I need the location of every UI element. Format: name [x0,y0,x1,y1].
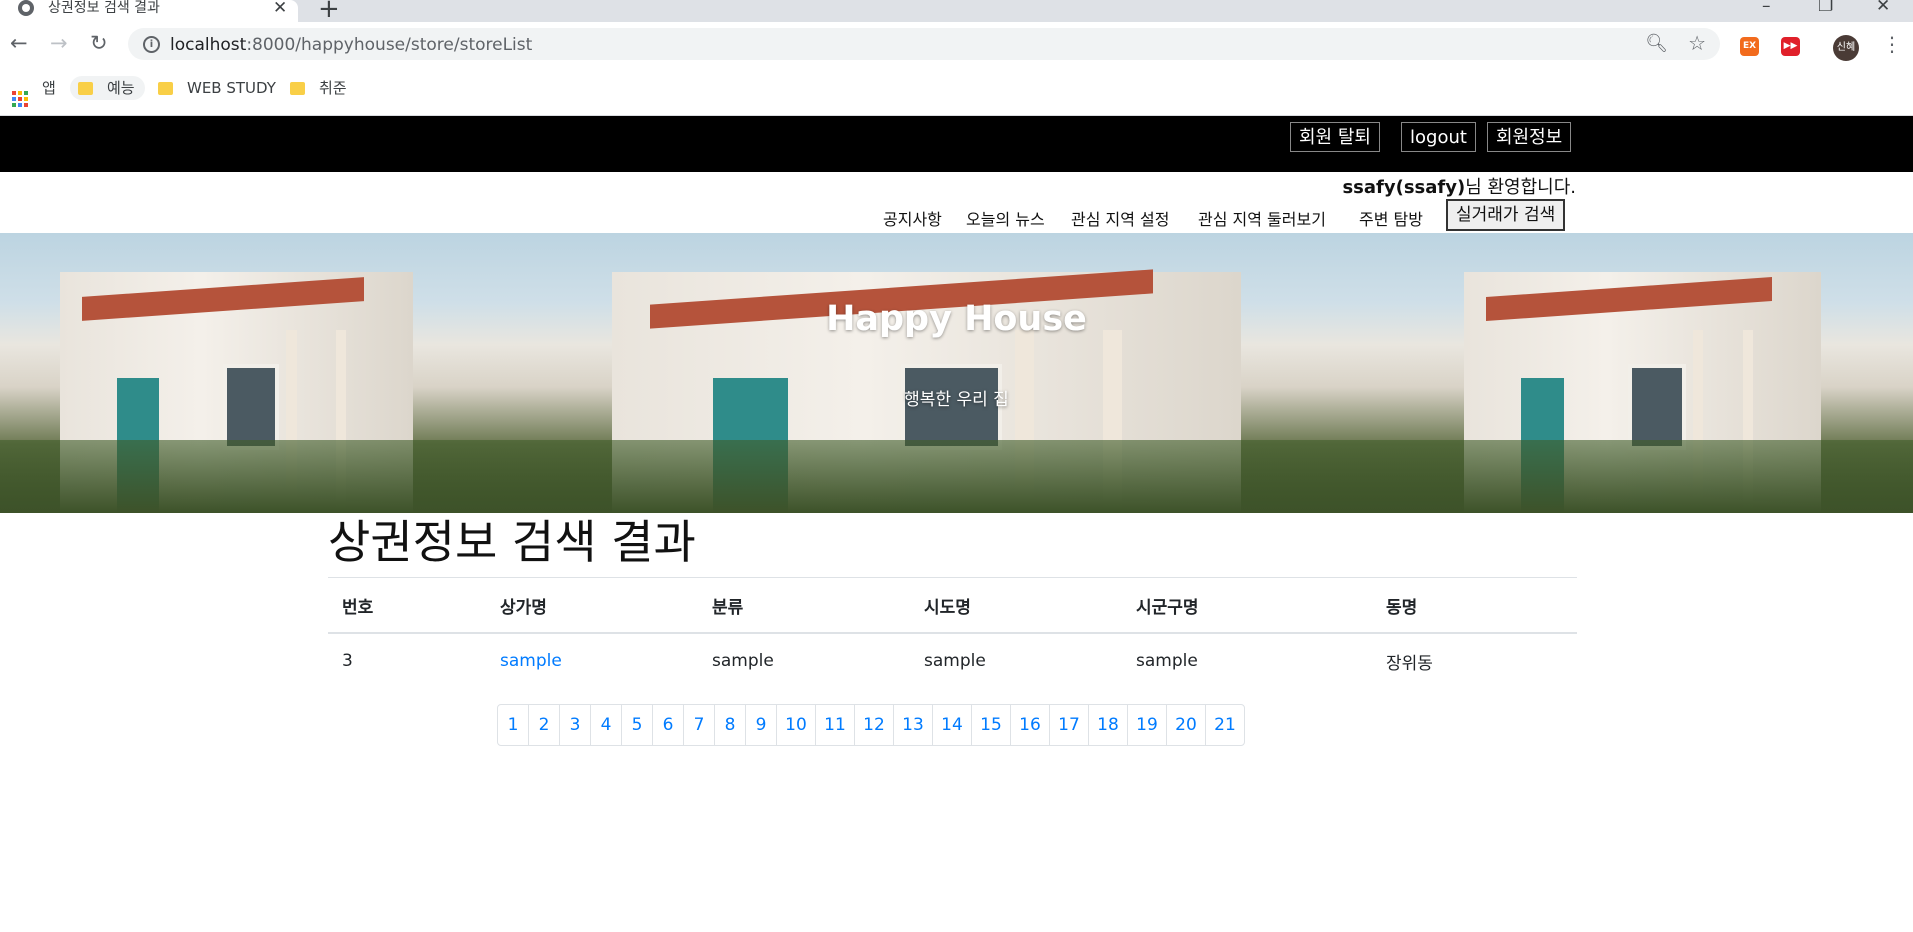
page-link-20[interactable]: 20 [1166,705,1205,745]
page-title: 상권정보 검색 결과 [328,515,696,569]
page-link-3[interactable]: 3 [559,705,590,745]
browser-tab-strip: 상권정보 검색 결과 ✕ + – ❐ ✕ [0,0,1913,24]
pagination: 1 2 3 4 5 6 7 8 9 10 11 12 13 14 15 16 17 18 19 20 21 [497,704,1245,746]
browser-toolbar: ← → ↻ i localhost:8000/happyhouse/store/… [0,22,1913,66]
table-row: 3 sample sample sample sample 장위동 [328,633,1577,688]
page-link-13[interactable]: 13 [893,705,932,745]
folder-icon [290,82,305,95]
withdraw-button[interactable]: 회원 탈퇴 [1290,122,1380,152]
column-header-sido: 시도명 [910,577,1122,634]
hero-house-image [1403,233,1913,513]
apps-grid-icon [12,91,28,107]
minimize-icon[interactable]: – [1762,0,1771,16]
page-link-4[interactable]: 4 [590,705,621,745]
column-header-category: 분류 [698,577,910,634]
page-link-21[interactable]: 21 [1205,705,1244,745]
url-text: localhost:8000/happyhouse/store/storeLis… [170,35,533,55]
cell-store-name: sample [486,633,698,688]
hero-subtitle: 행복한 우리 집 [904,390,1009,410]
table-header-row: 번호 상가명 분류 시도명 시군구명 동명 [328,577,1577,634]
nav-nearby-explore[interactable]: 주변 탐방 [1359,206,1423,230]
more-menu-icon[interactable]: ⋮ [1882,32,1902,56]
page-link-14[interactable]: 14 [932,705,971,745]
folder-icon [158,82,173,95]
zoom-icon[interactable]: 🔍︎ [1645,33,1668,54]
top-black-bar: 회원 탈퇴 logout 회원정보 [0,116,1913,172]
bookmark-folder-job[interactable]: 취준 [290,76,347,100]
column-header-dong: 동명 [1372,577,1577,634]
page-link-12[interactable]: 12 [854,705,893,745]
avatar[interactable]: 신혜 [1833,35,1859,61]
page-link-7[interactable]: 7 [683,705,714,745]
bookmarks-bar: 앱 예능 WEB STUDY 취준 [0,66,1913,116]
page-link-6[interactable]: 6 [652,705,683,745]
bookmark-folder-entertainment[interactable]: 예능 [70,76,145,100]
nav-interest-area-browse[interactable]: 관심 지역 둘러보기 [1198,206,1326,230]
tab-title: 상권정보 검색 결과 [48,0,160,16]
real-price-search-button[interactable]: 실거래가 검색 [1446,199,1566,231]
page-link-10[interactable]: 10 [776,705,815,745]
page-link-9[interactable]: 9 [745,705,776,745]
page-link-1[interactable]: 1 [498,705,528,745]
page-link-5[interactable]: 5 [621,705,652,745]
cell-dong: 장위동 [1386,653,1433,674]
cell-category: sample [712,651,774,671]
restore-icon[interactable]: ❐ [1818,0,1833,16]
page-link-19[interactable]: 19 [1127,705,1166,745]
nav-notice[interactable]: 공지사항 [883,206,942,230]
page-link-8[interactable]: 8 [714,705,745,745]
bookmark-star-icon[interactable]: ☆ [1688,31,1706,55]
hero-house-image [0,233,504,513]
page-link-2[interactable]: 2 [528,705,559,745]
column-header-store-name: 상가명 [486,577,698,634]
globe-icon [18,0,34,16]
hero-title: Happy House [826,299,1087,339]
close-tab-icon[interactable]: ✕ [273,0,287,18]
address-bar[interactable]: i localhost:8000/happyhouse/store/storeL… [128,28,1720,60]
hero-house-image [504,233,1403,513]
extension-ex-icon[interactable]: EX [1740,37,1759,56]
hero-banner: Happy House 행복한 우리 집 [0,233,1913,513]
browser-tab[interactable]: 상권정보 검색 결과 ✕ [0,0,298,22]
bookmark-folder-web-study[interactable]: WEB STUDY [158,76,276,100]
cell-sido: sample [924,651,986,671]
folder-icon [78,82,93,95]
page-link-18[interactable]: 18 [1088,705,1127,745]
welcome-message: ssafy(ssafy)님 환영합니다. [1342,177,1576,198]
reload-icon[interactable]: ↻ [90,31,108,55]
store-name-link[interactable]: sample [500,651,562,671]
page-link-16[interactable]: 16 [1010,705,1049,745]
logout-button[interactable]: logout [1401,122,1476,152]
member-info-button[interactable]: 회원정보 [1487,122,1572,152]
info-icon[interactable]: i [143,36,160,53]
nav-today-news[interactable]: 오늘의 뉴스 [966,206,1045,230]
page-link-15[interactable]: 15 [971,705,1010,745]
nav-interest-area-setting[interactable]: 관심 지역 설정 [1071,206,1170,230]
forward-icon[interactable]: → [50,31,68,55]
column-header-sigungu: 시군구명 [1122,577,1372,634]
store-results-table: 번호 상가명 분류 시도명 시군구명 동명 3 sample sample sa… [328,577,1577,688]
extension-video-icon[interactable]: ▶▶ [1781,37,1800,56]
bookmark-apps[interactable]: 앱 [12,76,56,107]
column-header-number: 번호 [328,577,486,634]
cell-number: 3 [342,651,353,671]
page-link-17[interactable]: 17 [1049,705,1088,745]
back-icon[interactable]: ← [10,31,28,55]
window-close-icon[interactable]: ✕ [1876,0,1890,16]
cell-sigungu: sample [1136,651,1198,671]
new-tab-icon[interactable]: + [318,0,340,24]
page-link-11[interactable]: 11 [815,705,854,745]
